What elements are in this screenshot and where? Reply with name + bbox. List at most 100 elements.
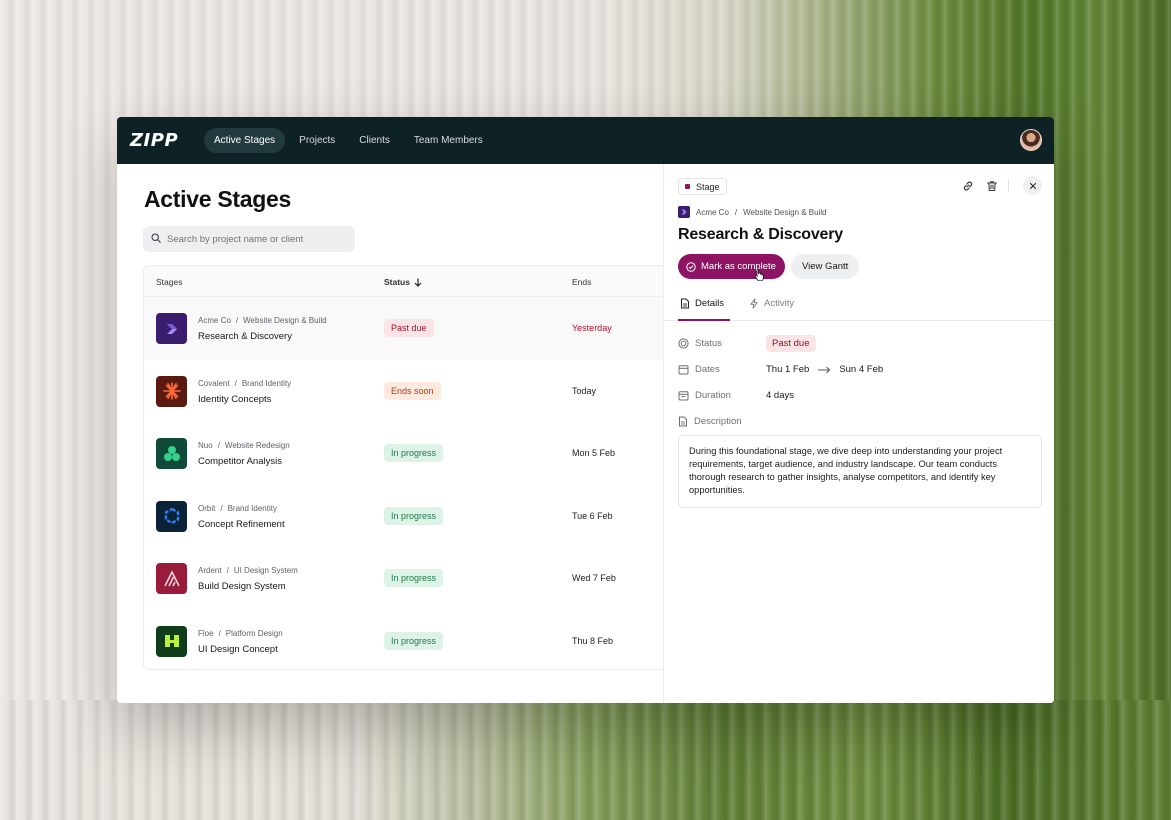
end-date: Sun 4 Feb (839, 364, 884, 375)
row-end-date: Wed 7 Feb (572, 573, 616, 583)
close-icon[interactable] (1023, 176, 1042, 195)
row-end-date: Yesterday (572, 323, 612, 333)
row-end-date: Today (572, 385, 597, 396)
table-row[interactable]: Covalent / Brand Identity Identity Concept… (144, 360, 673, 423)
property-status: Status (678, 338, 722, 349)
column-header-status[interactable]: Status (384, 277, 422, 287)
panel-tabs: Details Activity (664, 291, 1054, 321)
lightning-icon (750, 298, 758, 309)
background-bottom (0, 700, 1171, 820)
description-label: Description (694, 416, 742, 427)
main-nav: Active Stages Projects Clients Team Memb… (204, 128, 493, 153)
row-stage-name: Identity Concepts (198, 393, 272, 405)
description-text[interactable]: During this foundational stage, we dive … (678, 435, 1042, 508)
table-row[interactable]: Ardent / UI Design System Build Design Sys… (144, 547, 673, 610)
row-end-date: Tue 6 Feb (572, 510, 613, 521)
property-dates: Dates (678, 364, 720, 375)
ardent-logo-icon (156, 563, 187, 594)
table-header: Stages Status Ends (144, 266, 673, 297)
nav-team-members[interactable]: Team Members (404, 128, 493, 153)
nav-projects[interactable]: Projects (289, 128, 345, 153)
row-stage-name: Research & Discovery (198, 331, 292, 342)
breadcrumb: Acme Co / Website Design & Build (678, 206, 827, 218)
property-description: Description (678, 416, 742, 427)
calendar-icon (678, 365, 689, 375)
start-date: Thu 1 Feb (766, 364, 810, 375)
hand-cursor-icon (754, 268, 764, 281)
status-badge: Ends soon (384, 381, 441, 400)
table-row[interactable]: Nuo / Website Redesign Competitor Analysis… (144, 422, 673, 485)
page-title: Active Stages (144, 186, 291, 212)
breadcrumb-separator: / (734, 207, 738, 217)
column-header-status-label: Status (384, 277, 410, 287)
status-badge[interactable]: Past due (766, 335, 816, 352)
acme-logo-icon (156, 313, 187, 344)
acme-logo-icon (678, 206, 690, 218)
nuo-logo-icon (156, 438, 187, 469)
row-breadcrumb: Orbit / Brand Identity (198, 503, 277, 513)
stages-list-area: Active Stages Stages Status Ends (117, 164, 673, 703)
stage-type-chip: Stage (678, 178, 727, 195)
link-icon[interactable] (960, 178, 976, 194)
check-circle-icon (686, 261, 696, 272)
mark-as-complete-button[interactable]: Mark as complete (678, 254, 785, 279)
top-navigation-bar: ZIPP Active Stages Projects Clients Team… (117, 117, 1054, 164)
column-header-stages[interactable]: Stages (156, 277, 182, 287)
status-badge: In progress (384, 506, 444, 525)
user-avatar[interactable] (1020, 129, 1042, 151)
row-end-date: Thu 8 Feb (572, 635, 614, 646)
row-breadcrumb: Ardent / UI Design System (198, 566, 298, 575)
status-badge: In progress (384, 631, 444, 650)
status-label: Status (695, 338, 722, 349)
search-input[interactable] (167, 233, 347, 245)
table-row[interactable]: Orbit / Brand Identity Concept Refinement … (144, 485, 673, 548)
table-row[interactable]: Acme Co / Website Design & Build Research … (144, 297, 673, 360)
stage-detail-panel: Stage Acme Co / Website Design & Build R… (663, 164, 1054, 703)
tab-details-label: Details (695, 298, 725, 309)
view-gantt-button[interactable]: View Gantt (791, 254, 860, 279)
row-end-date: Mon 5 Feb (572, 448, 616, 458)
row-stage-name: UI Design Concept (198, 643, 278, 655)
row-breadcrumb: Nuo / Website Redesign (198, 441, 290, 450)
search-box[interactable] (143, 226, 355, 252)
document-icon (681, 298, 689, 309)
orbit-logo-icon (156, 500, 187, 532)
table-row[interactable]: Floe / Platform Design UI Design Concept I… (144, 610, 673, 670)
duration-value: 4 days (766, 390, 794, 401)
status-circle-icon (678, 338, 689, 349)
tab-activity[interactable]: Activity (749, 298, 794, 309)
row-breadcrumb: Covalent / Brand Identity (198, 378, 292, 388)
app-window: ZIPP Active Stages Projects Clients Team… (117, 117, 1054, 703)
row-stage-name: Concept Refinement (198, 518, 285, 530)
covalent-logo-icon (156, 375, 187, 407)
search-icon (151, 230, 161, 248)
date-range[interactable]: Thu 1 Feb Sun 4 Feb (766, 364, 883, 375)
status-badge: In progress (384, 569, 444, 587)
document-icon (679, 416, 687, 427)
stages-table: Stages Status Ends Acme Co / Website Desig… (143, 265, 673, 670)
nav-active-stages[interactable]: Active Stages (204, 128, 286, 153)
row-breadcrumb: Acme Co / Website Design & Build (198, 316, 327, 325)
zipp-logo[interactable]: ZIPP (130, 130, 188, 151)
row-stage-name: Competitor Analysis (198, 456, 282, 467)
row-stage-name: Build Design System (198, 581, 286, 592)
calendar-clock-icon (678, 391, 689, 401)
sort-descending-icon (414, 278, 422, 287)
stage-chip-label: Stage (696, 181, 720, 192)
trash-icon[interactable] (984, 178, 1000, 194)
column-header-ends[interactable]: Ends (572, 277, 591, 287)
status-badge: Past due (384, 319, 434, 337)
panel-title: Research & Discovery (678, 226, 843, 243)
tab-activity-label: Activity (764, 298, 795, 309)
property-duration: Duration (678, 390, 731, 401)
panel-actions (960, 176, 1042, 195)
arrow-right-icon (818, 366, 831, 373)
divider (1008, 179, 1009, 192)
active-tab-indicator (678, 319, 730, 321)
dates-label: Dates (695, 364, 720, 375)
tab-details[interactable]: Details (680, 298, 724, 309)
breadcrumb-project[interactable]: Website Design & Build (743, 208, 826, 217)
breadcrumb-client[interactable]: Acme Co (696, 208, 729, 217)
row-breadcrumb: Floe / Platform Design (198, 628, 283, 638)
nav-clients[interactable]: Clients (349, 128, 400, 153)
